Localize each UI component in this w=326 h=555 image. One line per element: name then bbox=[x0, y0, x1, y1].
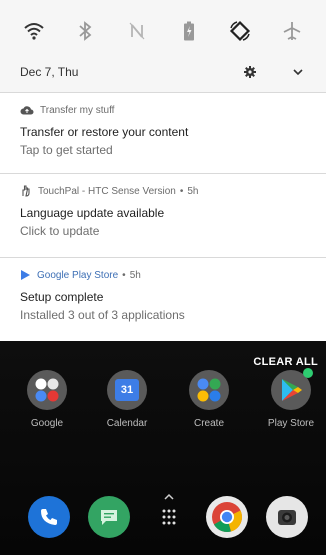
notification-time: 5h bbox=[187, 185, 199, 197]
phone-app[interactable] bbox=[28, 496, 70, 538]
chrome-app[interactable] bbox=[206, 496, 248, 538]
app-play-store[interactable]: Play Store bbox=[261, 368, 321, 429]
message-icon bbox=[101, 510, 117, 525]
chevron-up-icon bbox=[164, 493, 174, 500]
notification-app-name: Google Play Store bbox=[37, 269, 119, 281]
notification-transfer[interactable]: Transfer my stuff Transfer or restore yo… bbox=[0, 93, 326, 173]
notification-text: Installed 3 out of 3 applications bbox=[20, 308, 185, 322]
nfc-toggle[interactable] bbox=[122, 16, 152, 46]
date-row: Dec 7, Thu bbox=[0, 56, 326, 88]
camera-icon bbox=[278, 510, 296, 525]
wifi-icon bbox=[24, 23, 44, 40]
battery-saver-toggle[interactable] bbox=[174, 16, 204, 46]
app-label: Play Store bbox=[267, 418, 315, 429]
app-label: Create bbox=[193, 418, 224, 429]
app-label: Calendar bbox=[106, 418, 148, 429]
clear-all-button[interactable]: CLEAR ALL bbox=[253, 356, 318, 368]
notification-touchpal[interactable]: TouchPal - HTC Sense Version • 5h Langua… bbox=[0, 174, 326, 257]
notification-header: TouchPal - HTC Sense Version • 5h bbox=[20, 184, 306, 198]
notification-app-name: TouchPal - HTC Sense Version bbox=[38, 185, 176, 197]
notification-text: Tap to get started bbox=[20, 143, 113, 157]
notification-time: 5h bbox=[129, 269, 141, 281]
app-drawer-button[interactable] bbox=[158, 492, 180, 532]
nfc-icon bbox=[129, 22, 145, 40]
battery-icon bbox=[183, 21, 194, 41]
rotate-icon bbox=[230, 20, 251, 42]
notification-dot bbox=[303, 368, 313, 378]
expand-button[interactable] bbox=[290, 69, 306, 75]
notification-header: Transfer my stuff bbox=[20, 103, 306, 117]
phone-icon bbox=[41, 509, 57, 525]
bluetooth-icon bbox=[79, 21, 92, 41]
notification-text: Click to update bbox=[20, 224, 100, 238]
auto-rotate-toggle[interactable] bbox=[225, 16, 255, 46]
chrome-icon bbox=[212, 502, 243, 533]
airplane-icon bbox=[283, 22, 301, 40]
notification-title: Transfer or restore your content bbox=[20, 125, 189, 139]
messages-app[interactable] bbox=[88, 496, 130, 538]
play-store-icon bbox=[271, 368, 313, 410]
notification-title: Setup complete bbox=[20, 290, 104, 304]
quick-settings-row bbox=[0, 0, 326, 62]
settings-button[interactable] bbox=[240, 66, 260, 78]
chevron-down-icon bbox=[293, 69, 303, 75]
hand-icon bbox=[22, 185, 30, 197]
app-calendar[interactable]: 31 Calendar bbox=[97, 370, 157, 429]
notification-play-store[interactable]: Google Play Store • 5h Setup complete In… bbox=[0, 258, 326, 341]
app-create[interactable]: Create bbox=[179, 370, 239, 429]
airplane-mode-toggle[interactable] bbox=[277, 16, 307, 46]
notification-header: Google Play Store • 5h bbox=[20, 268, 306, 282]
create-folder-icon bbox=[189, 370, 229, 410]
play-store-icon bbox=[21, 270, 30, 280]
gear-icon bbox=[244, 66, 256, 78]
wifi-toggle[interactable] bbox=[19, 16, 49, 46]
notification-app-name: Transfer my stuff bbox=[40, 104, 115, 116]
calendar-icon: 31 bbox=[107, 370, 147, 410]
app-grid-icon bbox=[162, 509, 176, 525]
bluetooth-toggle[interactable] bbox=[70, 16, 100, 46]
cloud-upload-icon bbox=[20, 106, 34, 115]
notification-title: Language update available bbox=[20, 206, 165, 220]
app-label: Google bbox=[30, 418, 64, 429]
app-google[interactable]: Google bbox=[17, 370, 77, 429]
notification-shade: Dec 7, Thu Transfer my stuff Transfer or… bbox=[0, 0, 326, 341]
camera-app[interactable] bbox=[266, 496, 308, 538]
google-folder-icon bbox=[27, 370, 67, 410]
date-text: Dec 7, Thu bbox=[20, 65, 79, 79]
